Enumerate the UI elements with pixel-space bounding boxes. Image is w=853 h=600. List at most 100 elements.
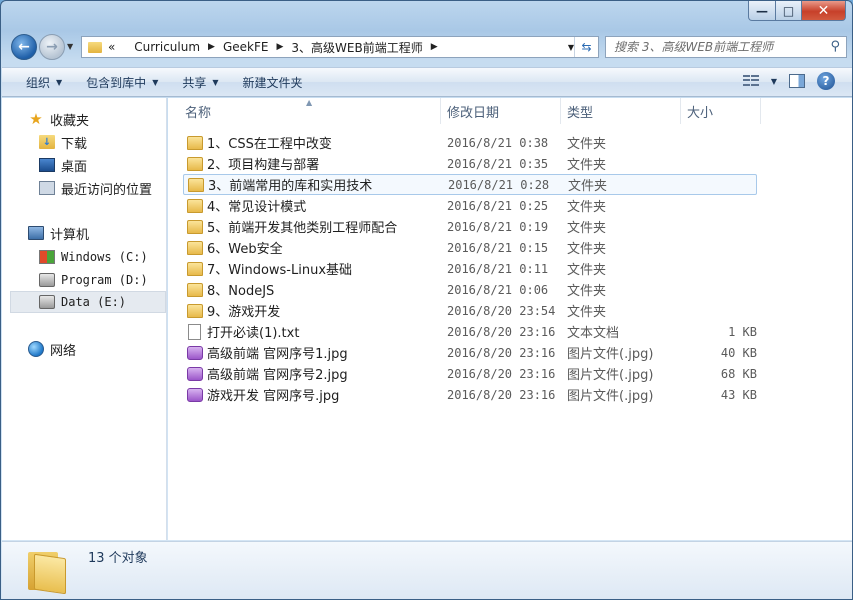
details-pane: 13 个对象 bbox=[2, 541, 852, 599]
sidebar-item-recent[interactable]: 最近访问的位置 bbox=[39, 177, 165, 199]
file-row[interactable]: 8、NodeJS 2016/8/21 0:06 文件夹 bbox=[183, 279, 757, 300]
breadcrumb-item-current[interactable]: 3、高级WEB前端工程师 bbox=[291, 39, 422, 56]
sidebar-item-label: 桌面 bbox=[61, 159, 88, 175]
chevron-right-icon[interactable]: ▶ bbox=[208, 42, 215, 52]
sidebar-item-downloads[interactable]: ↓ 下载 bbox=[39, 131, 165, 153]
chevron-right-icon[interactable]: ▶ bbox=[431, 42, 438, 52]
file-list: ▲ 名称 修改日期 类型 大小 1、CSS在工程中改变 2016/8/21 0:3… bbox=[168, 98, 852, 540]
file-date: 2016/8/21 0:19 bbox=[447, 219, 549, 234]
file-name: 1、CSS在工程中改变 bbox=[207, 137, 332, 152]
file-row[interactable]: 6、Web安全 2016/8/21 0:15 文件夹 bbox=[183, 237, 757, 258]
file-date: 2016/8/21 0:11 bbox=[447, 261, 549, 276]
address-row: ← → ▼ « Curriculum ▶ GeekFE ▶ 3、高级WEB前端工… bbox=[9, 32, 847, 62]
file-row[interactable]: 打开必读(1).txt 2016/8/20 23:16 文本文档 1 KB bbox=[183, 321, 757, 342]
file-row[interactable]: 高级前端 官网序号1.jpg 2016/8/20 23:16 图片文件(.jpg) 4… bbox=[183, 342, 757, 363]
back-button[interactable]: ← bbox=[11, 34, 37, 60]
breadcrumb-overflow[interactable]: « bbox=[108, 40, 115, 54]
folder-icon bbox=[187, 135, 203, 150]
column-header-name[interactable]: 名称 bbox=[179, 98, 441, 124]
new-folder-button[interactable]: 新建文件夹 bbox=[243, 74, 303, 91]
file-row[interactable]: 3、前端常用的库和实用技术 2016/8/21 0:28 文件夹 bbox=[183, 174, 757, 195]
sidebar-item-network[interactable]: 网络 bbox=[28, 338, 165, 360]
file-type: 文件夹 bbox=[567, 200, 607, 215]
file-date: 2016/8/21 0:38 bbox=[447, 135, 549, 150]
address-bar[interactable]: « Curriculum ▶ GeekFE ▶ 3、高级WEB前端工程师 ▶ ▼… bbox=[81, 36, 599, 58]
file-size: 1 KB bbox=[728, 324, 757, 339]
search-box: ⚲ bbox=[605, 36, 847, 58]
navigation-pane: ★ 收藏夹 ↓ 下载 桌面 最近访问的位置 计算机 Windows (C:) Pro… bbox=[2, 98, 167, 540]
file-size: 43 KB bbox=[720, 387, 757, 402]
include-in-library-button[interactable]: 包含到库中 ▼ bbox=[86, 74, 158, 91]
file-date: 2016/8/20 23:54 bbox=[447, 303, 556, 318]
file-name: 打开必读(1).txt bbox=[207, 326, 300, 341]
sidebar-item-drive-d[interactable]: Program (D:) bbox=[39, 269, 165, 291]
file-type: 文件夹 bbox=[568, 179, 608, 194]
file-row[interactable]: 7、Windows-Linux基础 2016/8/21 0:11 文件夹 bbox=[183, 258, 757, 279]
file-row[interactable]: 1、CSS在工程中改变 2016/8/21 0:38 文件夹 bbox=[183, 132, 757, 153]
file-date: 2016/8/21 0:28 bbox=[448, 177, 550, 192]
chevron-down-icon: ▼ bbox=[212, 77, 219, 87]
file-name: 高级前端 官网序号1.jpg bbox=[207, 347, 348, 362]
file-name: 4、常见设计模式 bbox=[207, 200, 307, 215]
folder-icon bbox=[187, 303, 203, 318]
chevron-right-icon[interactable]: ▶ bbox=[276, 42, 283, 52]
folder-icon bbox=[187, 240, 203, 255]
file-row[interactable]: 9、游戏开发 2016/8/20 23:54 文件夹 bbox=[183, 300, 757, 321]
close-button[interactable]: ✕ bbox=[802, 1, 846, 21]
sidebar-item-computer[interactable]: 计算机 bbox=[28, 222, 165, 244]
file-date: 2016/8/20 23:16 bbox=[447, 387, 556, 402]
file-row[interactable]: 2、项目构建与部署 2016/8/21 0:35 文件夹 bbox=[183, 153, 757, 174]
refresh-button[interactable]: ⇆ bbox=[574, 37, 598, 57]
sidebar-item-drive-c[interactable]: Windows (C:) bbox=[39, 246, 165, 268]
sidebar-item-label: Windows (C:) bbox=[61, 250, 148, 264]
breadcrumb-item-curriculum[interactable]: Curriculum bbox=[134, 40, 200, 54]
file-type: 文件夹 bbox=[567, 305, 607, 320]
caption-buttons: — □ ✕ bbox=[748, 1, 846, 21]
image-file-icon bbox=[187, 345, 203, 360]
breadcrumb-item-geekfe[interactable]: GeekFE bbox=[223, 40, 269, 54]
file-type: 文件夹 bbox=[567, 221, 607, 236]
overflow-label: « bbox=[108, 40, 116, 54]
include-in-library-label: 包含到库中 bbox=[86, 75, 147, 90]
search-icon[interactable]: ⚲ bbox=[830, 39, 840, 54]
file-row[interactable]: 游戏开发 官网序号.jpg 2016/8/20 23:16 图片文件(.jpg) 43… bbox=[183, 384, 757, 405]
recent-pages-dropdown[interactable]: ▼ bbox=[67, 42, 73, 51]
text-file-icon bbox=[188, 323, 201, 340]
file-type: 图片文件(.jpg) bbox=[567, 389, 654, 404]
column-header-label: 大小 bbox=[687, 105, 714, 121]
file-date: 2016/8/21 0:15 bbox=[447, 240, 549, 255]
forward-button[interactable]: → bbox=[39, 34, 65, 60]
column-header-date[interactable]: 修改日期 bbox=[441, 98, 561, 124]
column-header-type[interactable]: 类型 bbox=[561, 98, 681, 124]
file-row[interactable]: 5、前端开发其他类别工程师配合 2016/8/21 0:19 文件夹 bbox=[183, 216, 757, 237]
file-type: 图片文件(.jpg) bbox=[567, 368, 654, 383]
chevron-down-icon: ▼ bbox=[152, 77, 159, 87]
image-file-icon bbox=[187, 366, 203, 381]
sidebar-item-label: Data (E:) bbox=[61, 295, 127, 309]
sidebar-item-favorites[interactable]: ★ 收藏夹 bbox=[28, 108, 165, 130]
file-type: 文本文档 bbox=[567, 326, 620, 341]
preview-pane-icon[interactable] bbox=[789, 74, 805, 88]
organize-button[interactable]: 组织 ▼ bbox=[26, 74, 62, 91]
computer-icon bbox=[28, 226, 44, 240]
minimize-button[interactable]: — bbox=[748, 1, 776, 21]
share-button[interactable]: 共享 ▼ bbox=[182, 74, 218, 91]
image-file-icon bbox=[187, 387, 203, 402]
file-row[interactable]: 4、常见设计模式 2016/8/21 0:25 文件夹 bbox=[183, 195, 757, 216]
recent-places-icon bbox=[39, 181, 55, 195]
star-icon: ★ bbox=[29, 110, 43, 128]
search-input[interactable] bbox=[614, 40, 824, 54]
column-header-size[interactable]: 大小 bbox=[681, 98, 761, 124]
sidebar-item-desktop[interactable]: 桌面 bbox=[39, 154, 165, 176]
folder-icon bbox=[187, 219, 203, 234]
file-row[interactable]: 高级前端 官网序号2.jpg 2016/8/20 23:16 图片文件(.jpg) 6… bbox=[183, 363, 757, 384]
help-icon[interactable]: ? bbox=[817, 72, 835, 90]
sidebar-item-drive-e[interactable]: Data (E:) bbox=[10, 291, 166, 313]
share-label: 共享 bbox=[182, 75, 207, 90]
sidebar-item-label: 收藏夹 bbox=[50, 113, 90, 129]
chevron-down-icon[interactable]: ▼ bbox=[771, 77, 777, 86]
folder-icon bbox=[88, 41, 102, 53]
view-options-icon[interactable] bbox=[742, 75, 759, 87]
maximize-button[interactable]: □ bbox=[776, 1, 802, 21]
file-size: 68 KB bbox=[720, 366, 757, 381]
